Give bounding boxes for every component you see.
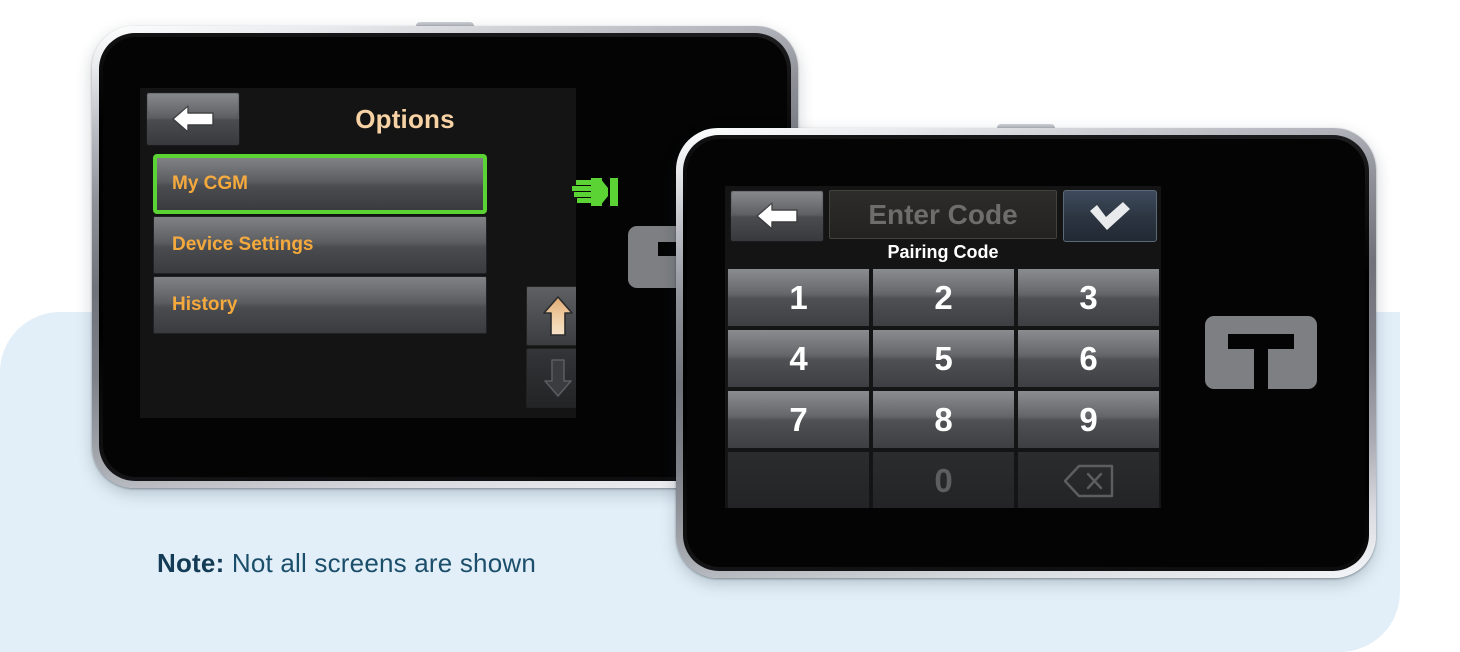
confirm-button[interactable] <box>1063 190 1157 242</box>
key-9[interactable]: 9 <box>1017 390 1160 449</box>
scroll-up-arrow-icon <box>543 296 573 336</box>
back-button[interactable] <box>146 92 240 146</box>
code-input[interactable]: Enter Code <box>829 190 1057 239</box>
key-6[interactable]: 6 <box>1017 329 1160 388</box>
options-header: Options <box>146 92 570 146</box>
pairing-code-screen: Enter Code Pairing Code 1 2 3 4 5 6 7 8 … <box>725 186 1161 508</box>
key-4[interactable]: 4 <box>727 329 870 388</box>
menu-item-my-cgm[interactable]: My CGM <box>153 154 487 214</box>
menu-item-label: My CGM <box>172 173 248 194</box>
scroll-down-button[interactable] <box>526 348 576 408</box>
key-8[interactable]: 8 <box>872 390 1015 449</box>
scroll-controls <box>526 286 576 408</box>
menu-item-device-settings[interactable]: Device Settings <box>153 216 487 274</box>
key-5[interactable]: 5 <box>872 329 1015 388</box>
checkmark-icon <box>1090 202 1130 230</box>
back-arrow-icon <box>756 202 798 230</box>
tap-hand-icon <box>572 178 618 206</box>
key-2[interactable]: 2 <box>872 268 1015 327</box>
menu-item-history[interactable]: History <box>153 276 487 334</box>
key-0[interactable]: 0 <box>872 451 1015 508</box>
options-screen: Options My CGM Device Settings History <box>140 88 576 418</box>
note-text: Note: Not all screens are shown <box>157 548 536 579</box>
menu-item-label: History <box>172 294 238 315</box>
key-1[interactable]: 1 <box>727 268 870 327</box>
note-label: Note: <box>157 548 225 578</box>
back-button[interactable] <box>730 190 824 242</box>
numeric-keypad: 1 2 3 4 5 6 7 8 9 0 <box>727 268 1160 508</box>
tandem-logo-right <box>1205 316 1317 389</box>
key-empty <box>727 451 870 508</box>
key-7[interactable]: 7 <box>727 390 870 449</box>
key-3[interactable]: 3 <box>1017 268 1160 327</box>
backspace-icon <box>1063 464 1113 497</box>
back-arrow-icon <box>172 105 214 133</box>
field-label: Pairing Code <box>887 242 999 262</box>
note-body: Not all screens are shown <box>231 548 537 578</box>
pairing-header: Enter Code <box>727 190 1161 242</box>
key-backspace[interactable] <box>1017 451 1160 508</box>
logo-t-stem <box>1254 334 1268 389</box>
menu-item-label: Device Settings <box>172 234 314 255</box>
screenshot-canvas: Options My CGM Device Settings History E… <box>0 0 1460 652</box>
scroll-up-button[interactable] <box>526 286 576 346</box>
scroll-down-arrow-icon <box>544 359 572 397</box>
page-title: Options <box>355 103 455 134</box>
options-menu-list: My CGM Device Settings History <box>153 154 487 336</box>
